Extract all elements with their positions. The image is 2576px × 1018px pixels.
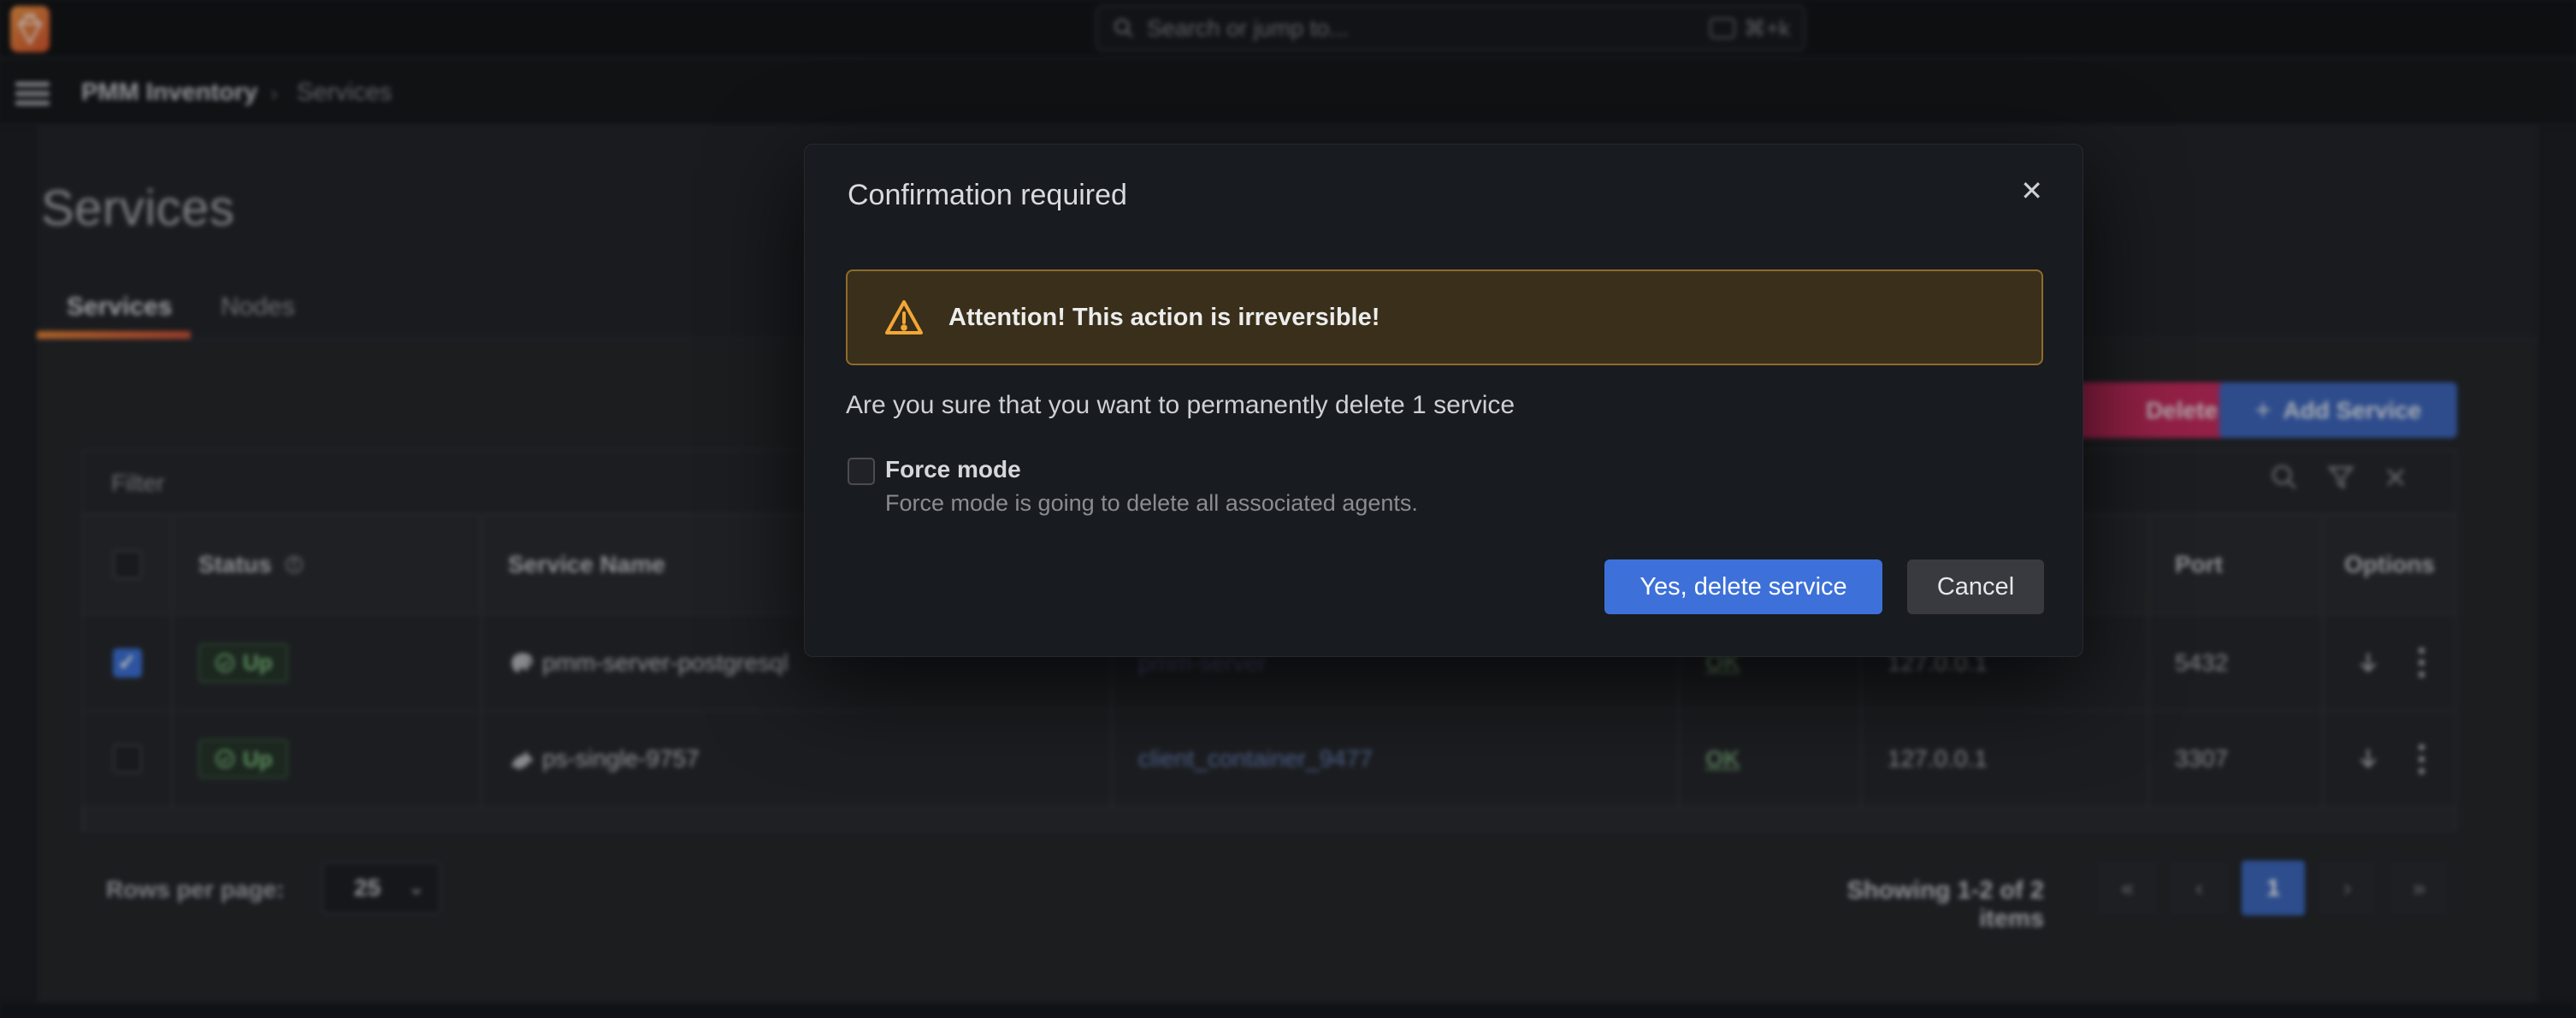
- dialog-title: Confirmation required: [848, 179, 1127, 212]
- confirm-delete-button[interactable]: Yes, delete service: [1604, 559, 1882, 614]
- force-mode-description: Force mode is going to delete all associ…: [885, 490, 1418, 517]
- confirmation-dialog: Confirmation required ✕ Attention! This …: [804, 144, 2083, 657]
- force-mode-checkbox[interactable]: [848, 458, 875, 485]
- warning-text: Attention! This action is irreversible!: [948, 304, 1380, 332]
- warning-triangle-icon: [883, 299, 925, 336]
- close-icon[interactable]: ✕: [2020, 177, 2043, 204]
- warning-alert: Attention! This action is irreversible!: [846, 269, 2043, 365]
- cancel-button[interactable]: Cancel: [1907, 559, 2044, 614]
- confirmation-question: Are you sure that you want to permanentl…: [846, 391, 1515, 420]
- force-mode-label[interactable]: Force mode: [885, 456, 1021, 483]
- screen: Search or jump to... ⌘+k PMM Inventory ›…: [0, 0, 2576, 1018]
